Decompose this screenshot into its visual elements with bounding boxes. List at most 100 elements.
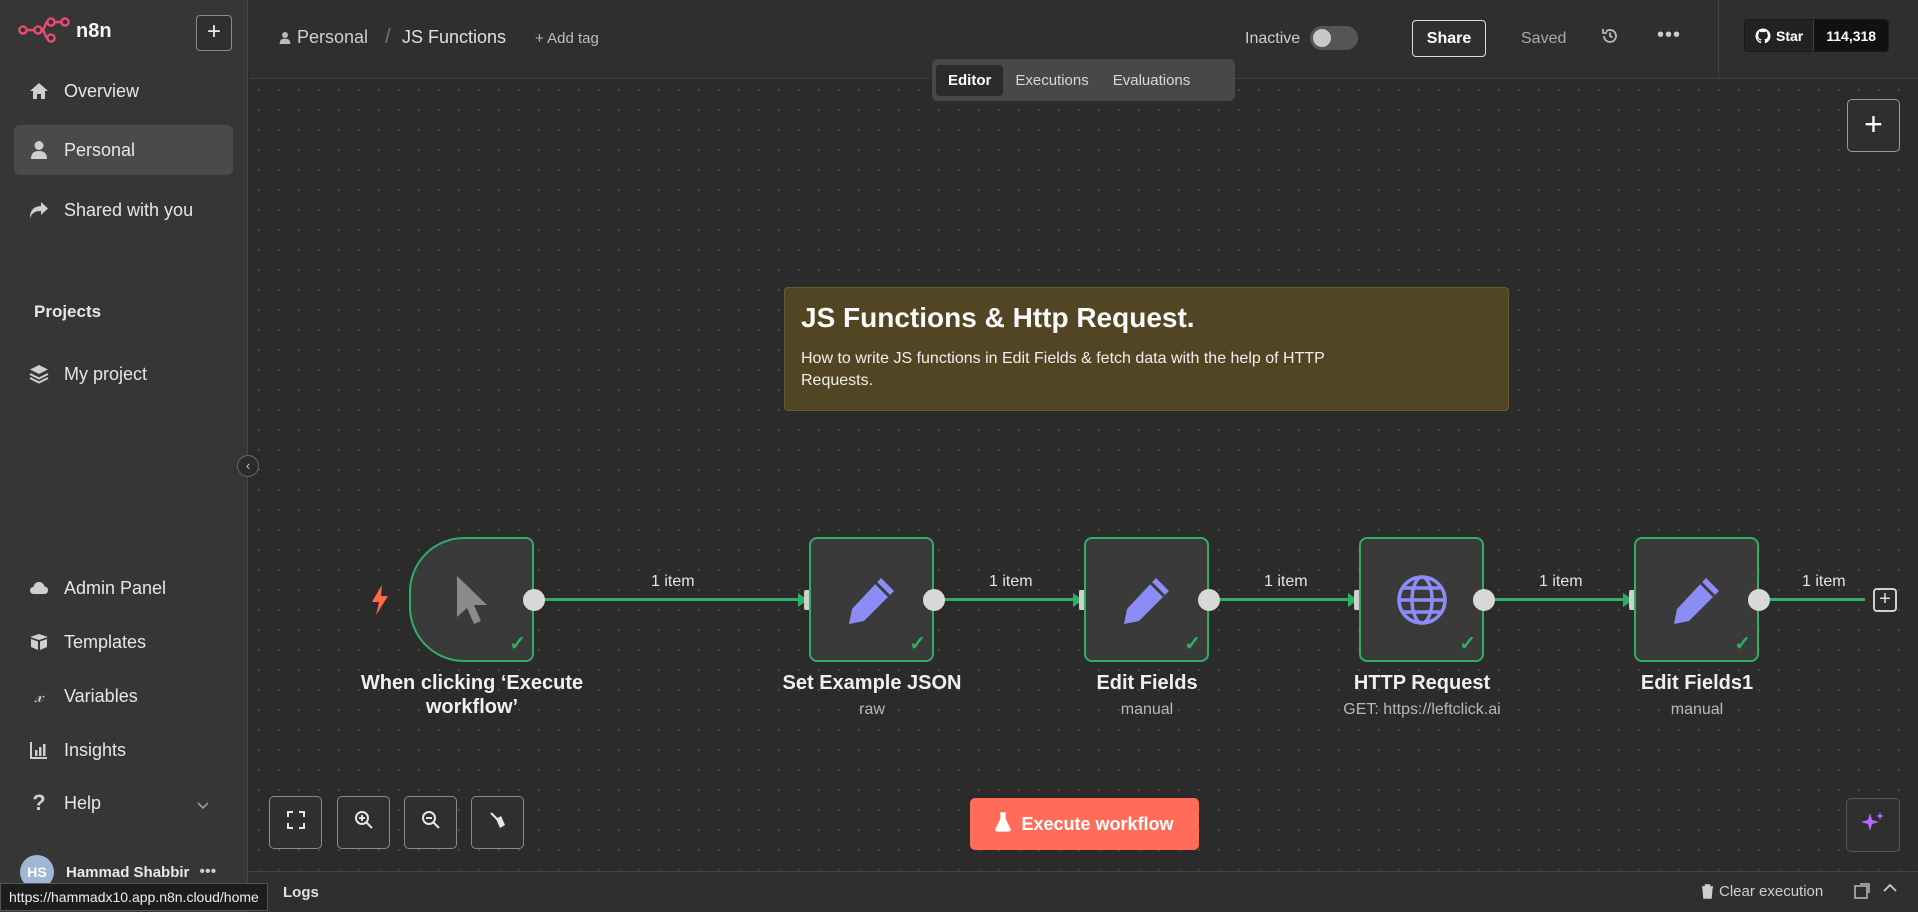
node-output-handle[interactable] bbox=[1473, 589, 1495, 611]
node-output-handle[interactable] bbox=[923, 589, 945, 611]
connection-edge[interactable] bbox=[1494, 598, 1629, 601]
node-label: Edit Fields bbox=[1096, 672, 1198, 694]
share-icon bbox=[28, 199, 50, 221]
tab-editor[interactable]: Editor bbox=[936, 64, 1004, 96]
box-icon bbox=[28, 631, 50, 653]
add-tag-button[interactable]: + Add tag bbox=[535, 30, 599, 47]
sidebar-item-label: Variables bbox=[64, 685, 138, 706]
node-output-handle[interactable] bbox=[1198, 589, 1220, 611]
add-node-button[interactable]: + bbox=[1847, 99, 1900, 152]
n8n-logo-icon bbox=[18, 17, 70, 43]
sidebar-item-label: Overview bbox=[64, 80, 140, 101]
lightning-icon bbox=[370, 584, 390, 621]
pop-out-icon[interactable] bbox=[1854, 883, 1870, 904]
sidebar-item-personal[interactable]: Personal bbox=[14, 125, 233, 175]
github-star-button[interactable]: Star 114,318 bbox=[1744, 19, 1890, 52]
logs-panel-bar[interactable]: Logs Clear execution bbox=[249, 871, 1918, 912]
node-subtitle: manual bbox=[1120, 701, 1174, 718]
sidebar-item-insights[interactable]: Insights bbox=[14, 725, 233, 775]
history-icon[interactable] bbox=[1601, 27, 1619, 50]
tab-executions[interactable]: Executions bbox=[1003, 65, 1100, 96]
zoom-in-button[interactable] bbox=[337, 796, 390, 849]
edge-item-count: 1 item bbox=[1802, 573, 1846, 590]
share-button[interactable]: Share bbox=[1412, 20, 1486, 57]
success-check-icon: ✓ bbox=[1459, 633, 1476, 655]
projects-heading: Projects bbox=[34, 302, 102, 321]
ai-assistant-button[interactable] bbox=[1846, 798, 1900, 852]
breadcrumb-separator: / bbox=[385, 26, 391, 48]
clear-execution-label: Clear execution bbox=[1719, 883, 1824, 900]
node-subtitle: raw bbox=[859, 701, 885, 718]
connection-edge[interactable] bbox=[1769, 598, 1865, 601]
view-tabs: Editor Executions Evaluations bbox=[932, 59, 1235, 101]
home-icon bbox=[28, 80, 50, 102]
node-edit-fields[interactable]: ✓ bbox=[1084, 537, 1209, 662]
breadcrumb-project[interactable]: Personal bbox=[279, 27, 368, 48]
node-edit-fields1[interactable]: ✓ bbox=[1634, 537, 1759, 662]
sidebar-item-my-project[interactable]: My project bbox=[14, 349, 233, 399]
status-bar-url: https://hammadx10.app.n8n.cloud/home bbox=[0, 883, 268, 911]
edge-item-count: 1 item bbox=[651, 573, 695, 590]
chevron-down-icon bbox=[197, 794, 209, 815]
sidebar-item-shared[interactable]: Shared with you bbox=[14, 185, 233, 235]
add-next-node-button[interactable]: + bbox=[1873, 588, 1897, 612]
sticky-note[interactable]: JS Functions & Http Request. How to writ… bbox=[784, 287, 1509, 411]
zoom-to-fit-button[interactable] bbox=[269, 796, 322, 849]
collapse-sidebar-button[interactable]: ‹ bbox=[237, 455, 259, 477]
broom-icon bbox=[488, 810, 508, 835]
tidy-up-button[interactable] bbox=[471, 796, 524, 849]
sidebar-item-admin-panel[interactable]: Admin Panel bbox=[14, 563, 233, 613]
sidebar-item-label: My project bbox=[64, 363, 148, 384]
sidebar-item-help[interactable]: ? Help bbox=[14, 778, 233, 828]
github-icon bbox=[1755, 28, 1771, 44]
node-http-request[interactable]: ✓ bbox=[1359, 537, 1484, 662]
workflow-canvas[interactable] bbox=[249, 80, 1918, 870]
success-check-icon: ✓ bbox=[1734, 633, 1751, 655]
sidebar-item-overview[interactable]: Overview bbox=[14, 66, 233, 116]
node-output-handle[interactable] bbox=[523, 589, 545, 611]
app-name: n8n bbox=[76, 20, 112, 42]
sticky-note-body: How to write JS functions in Edit Fields… bbox=[801, 350, 1325, 389]
node-output-handle[interactable] bbox=[1748, 589, 1770, 611]
sidebar-item-label: Admin Panel bbox=[64, 577, 167, 598]
create-new-button[interactable]: + bbox=[196, 15, 232, 51]
chart-icon bbox=[28, 739, 50, 761]
divider bbox=[1718, 0, 1719, 79]
tab-evaluations[interactable]: Evaluations bbox=[1101, 65, 1203, 96]
clear-execution-button[interactable]: Clear execution bbox=[1701, 883, 1823, 900]
sidebar-item-variables[interactable]: 𝓍 Variables bbox=[14, 671, 233, 721]
active-toggle[interactable] bbox=[1310, 26, 1358, 50]
execute-workflow-button[interactable]: Execute workflow bbox=[970, 798, 1199, 850]
chevron-up-icon[interactable] bbox=[1883, 880, 1897, 898]
success-check-icon: ✓ bbox=[509, 633, 526, 655]
sidebar-item-label: Help bbox=[64, 792, 102, 813]
user-icon bbox=[28, 139, 50, 161]
connection-edge[interactable] bbox=[544, 598, 804, 601]
user-name: Hammad Shabbir bbox=[66, 863, 190, 881]
trash-icon bbox=[1701, 884, 1714, 899]
layers-icon bbox=[28, 363, 50, 385]
logs-label[interactable]: Logs bbox=[283, 884, 319, 901]
edge-item-count: 1 item bbox=[1264, 573, 1308, 590]
flask-icon bbox=[995, 811, 1012, 837]
node-subtitle: manual bbox=[1670, 701, 1724, 718]
connection-edge[interactable] bbox=[1219, 598, 1354, 601]
node-label: When clicking ‘Execute workflow’ bbox=[360, 672, 584, 718]
more-horizontal-icon[interactable]: ••• bbox=[1657, 24, 1681, 47]
zoom-in-icon bbox=[354, 810, 374, 835]
sidebar-item-templates[interactable]: Templates bbox=[14, 617, 233, 667]
connection-edge[interactable] bbox=[944, 598, 1079, 601]
node-label: HTTP Request bbox=[1353, 672, 1491, 694]
success-check-icon: ✓ bbox=[1184, 633, 1201, 655]
sidebar-item-label: Personal bbox=[64, 139, 136, 160]
github-star-label: Star bbox=[1776, 27, 1804, 44]
edge-item-count: 1 item bbox=[989, 573, 1033, 590]
user-icon bbox=[279, 31, 291, 45]
workflow-name[interactable]: JS Functions bbox=[402, 27, 506, 48]
zoom-out-button[interactable] bbox=[404, 796, 457, 849]
node-manual-trigger[interactable]: ✓ bbox=[409, 537, 534, 662]
node-set-example-json[interactable]: ✓ bbox=[809, 537, 934, 662]
execute-workflow-label: Execute workflow bbox=[1021, 813, 1174, 834]
more-horizontal-icon[interactable]: ••• bbox=[199, 863, 216, 881]
node-subtitle: GET: https://leftclick.ai bbox=[1343, 701, 1501, 718]
